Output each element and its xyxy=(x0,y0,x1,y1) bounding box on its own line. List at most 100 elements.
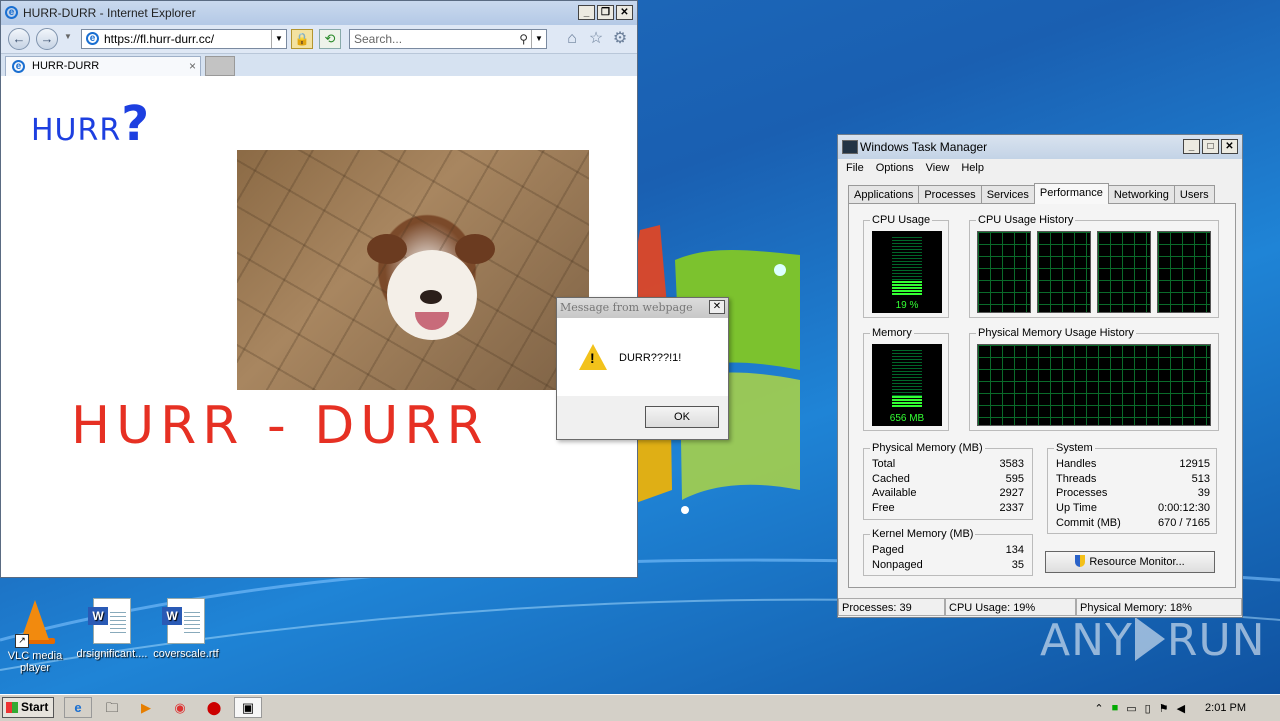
tab-processes[interactable]: Processes xyxy=(918,185,982,204)
dialog-titlebar[interactable]: Message from webpage ✕ xyxy=(557,298,728,318)
tab-performance[interactable]: Performance xyxy=(1033,183,1109,204)
performance-panel: CPU Usage 19 % CPU Usage History Memory … xyxy=(848,203,1236,588)
message-dialog: Message from webpage ✕ ! DURR???!1! OK xyxy=(556,297,729,440)
cpu-usage-meter: 19 % xyxy=(872,231,942,313)
menu-view[interactable]: View xyxy=(926,159,950,177)
memory-meter: 656 MB xyxy=(872,344,942,426)
search-dropdown-icon[interactable]: ▼ xyxy=(531,30,546,48)
new-tab-button[interactable] xyxy=(205,56,235,76)
dialog-message: DURR???!1! xyxy=(619,352,682,364)
ie-logo-icon: e xyxy=(5,6,18,19)
tab-users[interactable]: Users xyxy=(1173,185,1215,204)
search-box[interactable]: Search... ⚲ ▼ xyxy=(349,29,547,49)
page-heading-big: HURR - DURR xyxy=(71,396,489,456)
resource-monitor-button[interactable]: Resource Monitor... xyxy=(1045,551,1215,573)
forward-button[interactable]: → xyxy=(36,28,58,50)
system-label: System xyxy=(1054,442,1095,454)
taskbar-media-player-icon[interactable]: ▶ xyxy=(132,697,160,718)
start-label: Start xyxy=(21,700,49,714)
kv-row: Up Time 0:00:12:30 xyxy=(1056,502,1210,515)
kernel-memory-group: Kernel Memory (MB) Paged 134 Nonpaged 35 xyxy=(863,528,1033,576)
cpu-history-graph-1 xyxy=(977,231,1031,313)
search-icon[interactable]: ⚲ xyxy=(519,30,528,48)
ie-window: e HURR-DURR - Internet Explorer _ ❐ ✕ ← … xyxy=(0,0,638,578)
cpu-usage-value: 19 % xyxy=(895,300,919,311)
shortcut-arrow-icon: ↗ xyxy=(15,634,29,648)
tray-volume-icon[interactable]: ◀ xyxy=(1177,702,1185,715)
ie-titlebar[interactable]: e HURR-DURR - Internet Explorer _ ❐ ✕ xyxy=(1,1,637,25)
taskbar-chrome-icon[interactable]: ◉ xyxy=(166,697,194,718)
bulldog-image xyxy=(237,150,589,390)
tab-networking[interactable]: Networking xyxy=(1107,185,1175,204)
status-memory: Physical Memory: 18% xyxy=(1076,598,1242,616)
taskbar-ie-icon[interactable]: e xyxy=(64,697,92,718)
physical-memory-label: Physical Memory (MB) xyxy=(870,442,985,454)
ie-page-icon: e xyxy=(86,32,99,45)
tab-applications[interactable]: Applications xyxy=(848,185,920,204)
close-tab-icon[interactable]: × xyxy=(189,57,196,75)
kv-row: Processes 39 xyxy=(1056,487,1210,500)
menu-help[interactable]: Help xyxy=(961,159,984,177)
start-button[interactable]: Start xyxy=(2,697,54,718)
cpu-history-graph-4 xyxy=(1157,231,1211,313)
close-button[interactable]: ✕ xyxy=(616,5,633,20)
tray-battery-icon[interactable]: ▯ xyxy=(1145,702,1151,715)
memory-label: Memory xyxy=(870,327,914,339)
taskmgr-icon xyxy=(842,140,858,154)
refresh-icon[interactable]: ⟲ xyxy=(319,29,341,49)
word-doc-icon: W xyxy=(88,598,136,646)
ok-button[interactable]: OK xyxy=(645,406,719,428)
clock[interactable]: 2:01 PM xyxy=(1205,702,1246,714)
maximize-button[interactable]: □ xyxy=(1202,139,1219,154)
favorites-star-icon[interactable]: ☆ xyxy=(587,30,605,48)
ie-tab-icon: e xyxy=(12,60,25,73)
desktop-icon-label: drsignificant.... xyxy=(76,648,148,660)
cpu-history-group: CPU Usage History xyxy=(969,214,1219,318)
taskbar-opera-icon[interactable]: ⬤ xyxy=(200,697,228,718)
minimize-button[interactable]: _ xyxy=(1183,139,1200,154)
kv-row: Commit (MB) 670 / 7165 xyxy=(1056,516,1210,529)
dialog-close-button[interactable]: ✕ xyxy=(709,300,725,314)
taskbar-taskmgr-icon[interactable]: ▣ xyxy=(234,697,262,718)
minimize-button[interactable]: _ xyxy=(578,5,595,20)
tray-flag-icon[interactable]: ⚑ xyxy=(1159,702,1169,715)
windows-flag-icon xyxy=(6,702,18,713)
taskmgr-titlebar[interactable]: Windows Task Manager _ □ ✕ xyxy=(838,135,1242,159)
tab-hurr-durr[interactable]: e HURR-DURR × xyxy=(5,56,201,76)
desktop-icon-vlc[interactable]: ↗ VLC media player xyxy=(0,596,75,674)
kv-row: Total 3583 xyxy=(872,458,1024,470)
restore-button[interactable]: ❐ xyxy=(597,5,614,20)
menu-file[interactable]: File xyxy=(846,159,864,177)
lock-icon[interactable]: 🔒 xyxy=(291,29,313,49)
address-bar[interactable]: e https://fl.hurr-durr.cc/ ▼ xyxy=(81,29,287,49)
home-icon[interactable]: ⌂ xyxy=(563,30,581,48)
watermark-any: ANY xyxy=(1040,615,1133,666)
word-doc-icon: W xyxy=(162,598,210,646)
system-tray: ⌃ ■ ▭ ▯ ⚑ ◀ 2:01 PM xyxy=(1094,695,1280,721)
desktop-icon-coverscale[interactable]: W coverscale.rtf xyxy=(146,596,226,660)
taskmgr-tabs: Applications Processes Services Performa… xyxy=(848,183,1215,204)
memory-value: 656 MB xyxy=(889,413,925,424)
tray-expand-icon[interactable]: ⌃ xyxy=(1094,702,1103,715)
task-manager-window: Windows Task Manager _ □ ✕ File Options … xyxy=(837,134,1243,618)
close-button[interactable]: ✕ xyxy=(1221,139,1238,154)
page-content: HURR? HURR - DURR xyxy=(1,76,637,577)
cpu-history-graph-2 xyxy=(1037,231,1091,313)
gear-icon[interactable]: ⚙ xyxy=(611,30,629,48)
taskmgr-menubar: File Options View Help xyxy=(838,159,1242,177)
dialog-body: ! DURR???!1! xyxy=(557,318,728,396)
desktop-icon-label: coverscale.rtf xyxy=(153,648,219,660)
tray-security-icon[interactable]: ■ xyxy=(1112,702,1119,714)
back-button[interactable]: ← xyxy=(8,28,30,50)
tray-network-icon[interactable]: ▭ xyxy=(1126,702,1136,715)
desktop-icon-drsignificant[interactable]: W drsignificant.... xyxy=(72,596,152,660)
history-dropdown-icon[interactable]: ▼ xyxy=(64,32,72,41)
status-processes: Processes: 39 xyxy=(838,598,945,616)
dialog-title: Message from webpage xyxy=(560,301,693,314)
address-text: https://fl.hurr-durr.cc/ xyxy=(104,32,215,46)
taskbar-explorer-icon[interactable]: 🗀 xyxy=(98,697,126,718)
tab-services[interactable]: Services xyxy=(980,185,1035,204)
address-dropdown-icon[interactable]: ▼ xyxy=(271,30,286,48)
menu-options[interactable]: Options xyxy=(876,159,914,177)
heading-question-mark: ? xyxy=(121,96,151,152)
